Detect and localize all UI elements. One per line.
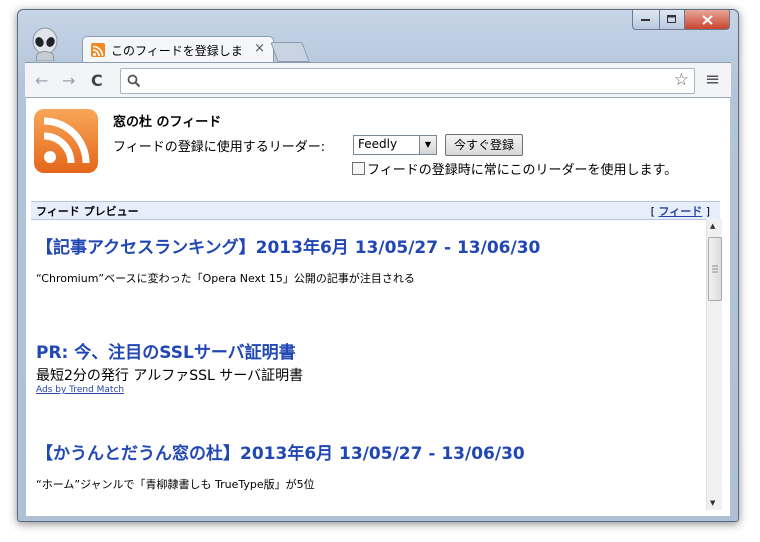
browser-toolbar: ← → C ☆ ≡ bbox=[25, 62, 731, 97]
preview-scrollbar[interactable]: ▲ ▼ bbox=[706, 219, 722, 510]
ad-credit-link[interactable]: Ads by Trend Match bbox=[36, 385, 303, 395]
feed-link-wrapper: [ フィード ] bbox=[650, 205, 710, 218]
rss-favicon-icon bbox=[91, 43, 105, 57]
browser-window: このフィードを登録しま × ← → C ☆ ≡ 窓の杜 のフィード フィードの登… bbox=[17, 9, 739, 522]
entry-description: “ホーム”ジャンルで「青柳隷書しも TrueType版」が5位 bbox=[36, 478, 315, 491]
minimize-icon[interactable] bbox=[632, 10, 660, 30]
feed-entry-ad: PR: 今、注目のSSLサーバ証明書 最短2分の発行 アルファSSL サーバ証明… bbox=[36, 338, 303, 395]
feed-entry: 【記事アクセスランキング】2013年6月 13/05/27 - 13/06/30… bbox=[36, 233, 540, 286]
reader-select[interactable]: Feedly ▼ bbox=[353, 135, 437, 155]
star-icon[interactable]: ☆ bbox=[674, 70, 689, 90]
reader-select-value: Feedly bbox=[358, 137, 398, 151]
entry-description: “Chromium”ベースに変わった「Opera Next 15」公開の記事が注… bbox=[36, 272, 415, 285]
subscribe-now-button[interactable]: 今すぐ登録 bbox=[445, 134, 523, 156]
search-icon bbox=[127, 74, 141, 88]
entry-title-link[interactable]: PR: 今、注目のSSLサーバ証明書 bbox=[36, 338, 303, 363]
feed-preview-area: 【記事アクセスランキング】2013年6月 13/05/27 - 13/06/30… bbox=[31, 219, 720, 511]
entry-title-link[interactable]: 【記事アクセスランキング】2013年6月 13/05/27 - 13/06/30 bbox=[36, 233, 540, 258]
feed-preview-bar: フィード プレビュー [ フィード ] bbox=[31, 201, 720, 220]
chevron-down-icon: ▼ bbox=[419, 136, 436, 154]
scroll-up-icon[interactable]: ▲ bbox=[710, 222, 715, 230]
rss-icon bbox=[34, 109, 98, 173]
always-use-row: フィードの登録時に常にこのリーダーを使用します。 bbox=[352, 159, 677, 178]
feed-link[interactable]: フィード bbox=[658, 205, 702, 218]
window-controls bbox=[632, 10, 730, 30]
entry-title-link[interactable]: 【かうんとだうん窓の杜】2013年6月 13/05/27 - 13/06/30 bbox=[36, 439, 525, 464]
back-button[interactable]: ← bbox=[35, 71, 48, 90]
omnibox[interactable]: ☆ bbox=[120, 68, 695, 94]
entry-description: 最短2分の発行 アルファSSL サーバ証明書 bbox=[36, 368, 304, 384]
reader-label: フィードの登録に使用するリーダー: bbox=[113, 140, 326, 155]
new-tab-button[interactable] bbox=[270, 42, 310, 62]
forward-button[interactable]: → bbox=[62, 71, 75, 90]
page-content: 窓の杜 のフィード フィードの登録に使用するリーダー: Feedly ▼ 今すぐ… bbox=[26, 97, 730, 516]
always-use-checkbox[interactable] bbox=[352, 162, 365, 175]
scroll-down-icon[interactable]: ▼ bbox=[710, 499, 715, 507]
tab-title: このフィードを登録しま bbox=[111, 44, 243, 58]
tab-close-icon[interactable]: × bbox=[254, 41, 265, 56]
feed-entry: 【かうんとだうん窓の杜】2013年6月 13/05/27 - 13/06/30 … bbox=[36, 439, 525, 492]
maximize-icon[interactable] bbox=[660, 10, 685, 30]
menu-icon[interactable]: ≡ bbox=[705, 69, 720, 90]
preview-title: フィード プレビュー bbox=[36, 205, 139, 218]
feed-title: 窓の杜 のフィード bbox=[113, 115, 222, 130]
reload-button[interactable]: C bbox=[91, 71, 103, 90]
always-use-label: フィードの登録時に常にこのリーダーを使用します。 bbox=[367, 163, 678, 178]
close-window-icon[interactable] bbox=[685, 10, 730, 30]
scroll-thumb[interactable] bbox=[708, 237, 722, 301]
alien-logo-icon bbox=[32, 27, 58, 61]
tab-active[interactable]: このフィードを登録しま × bbox=[82, 36, 274, 63]
